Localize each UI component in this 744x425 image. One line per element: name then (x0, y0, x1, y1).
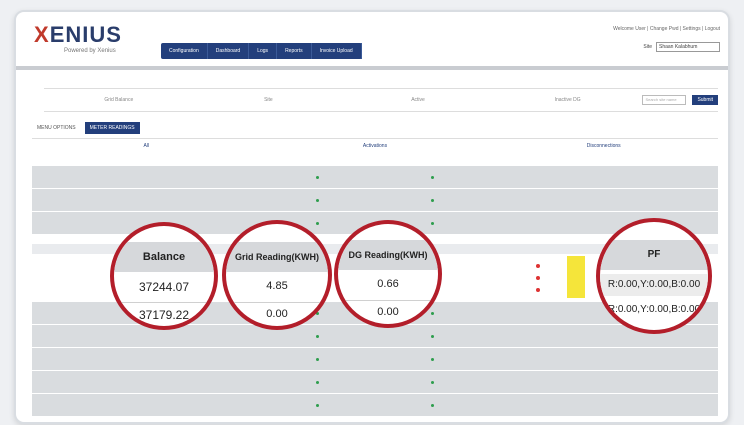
app-window: XENIUS Powered by Xenius Configuration D… (14, 10, 730, 424)
nav-reports[interactable]: Reports (277, 43, 312, 59)
status-dot (536, 264, 540, 268)
status-dot (316, 403, 320, 407)
status-dot (316, 175, 320, 179)
dg-reading-value: 0.00 (377, 306, 399, 318)
nav-dashboard[interactable]: Dashboard (208, 43, 250, 59)
table-row[interactable] (32, 325, 718, 348)
table-row[interactable] (32, 189, 718, 212)
tab-menu-options[interactable]: MENU OPTIONS (32, 122, 81, 134)
nav-invoice-upload[interactable]: Invoice Upload (312, 43, 362, 59)
search-button[interactable]: Submit (692, 95, 718, 105)
section-disconnections[interactable]: Disconnections (489, 139, 718, 163)
highlight-cell (567, 256, 585, 298)
nav-configuration[interactable]: Configuration (161, 43, 208, 59)
table-row[interactable] (32, 166, 718, 189)
divider (16, 66, 728, 70)
dg-reading-header: DG Reading(KWH) (338, 240, 438, 270)
stats-bar: Grid Balance Site Active Inactive DG Sea… (44, 88, 718, 112)
stat-active: Active (411, 97, 425, 103)
status-dot (536, 276, 540, 280)
table-row[interactable] (32, 348, 718, 371)
logo: XENIUS Powered by Xenius (34, 22, 122, 55)
status-dot (316, 198, 320, 202)
section-activations[interactable]: Activations (261, 139, 490, 163)
dg-reading-value: 0.66 (377, 278, 399, 290)
balance-value: 37179.22 (138, 308, 190, 322)
status-dot (316, 221, 320, 225)
grid-reading-header: Grid Reading(KWH) (226, 242, 328, 272)
logo-subtitle: Powered by Xenius (64, 48, 116, 54)
site-dropdown[interactable]: Shaan Kalabhum (656, 42, 720, 52)
main-nav: Configuration Dashboard Logs Reports Inv… (161, 43, 362, 59)
status-dot (316, 380, 320, 384)
pf-header: PF (600, 240, 708, 270)
user-links[interactable]: Welcome User | Change Pwd | Settings | L… (613, 26, 720, 32)
status-dot (430, 221, 434, 225)
stat-grid-balance: Grid Balance (104, 97, 134, 103)
status-dot (430, 403, 434, 407)
search-input[interactable]: Search site name (642, 95, 687, 105)
balance-callout: Balance 37244.07 37179.22 (110, 222, 218, 330)
status-dot (316, 357, 320, 361)
table-row[interactable] (32, 394, 718, 417)
table-row[interactable] (32, 371, 718, 394)
nav-logs[interactable]: Logs (249, 43, 278, 59)
status-dot (430, 198, 434, 202)
pf-value: R:0.00,Y:0.00,B:0.00 (600, 274, 708, 296)
section-header: All Activations Disconnections (32, 138, 718, 163)
status-dot (430, 334, 434, 338)
status-dot (316, 334, 320, 338)
site-selector: Site Shaan Kalabhum (643, 42, 720, 52)
grid-reading-callout: Grid Reading(KWH) 4.85 0.00 (222, 220, 332, 330)
tab-bar: MENU OPTIONS METER READINGS (32, 122, 140, 134)
grid-reading-value: 4.85 (266, 280, 288, 292)
section-all[interactable]: All (32, 139, 261, 163)
balance-header: Balance (114, 242, 214, 272)
grid-reading-value: 0.00 (266, 308, 288, 320)
pf-callout: PF R:0.00,Y:0.00,B:0.00 R:0.00,Y:0.00,B:… (596, 218, 712, 334)
stat-inactive-dg: Inactive DG (554, 97, 581, 103)
stat-site: Site (264, 97, 273, 103)
status-dot (430, 357, 434, 361)
status-dot (430, 175, 434, 179)
logo-text: XENIUS (34, 22, 122, 47)
dg-reading-callout: DG Reading(KWH) 0.66 0.00 (334, 220, 442, 328)
balance-value: 37244.07 (138, 280, 190, 294)
site-label: Site (643, 44, 652, 50)
status-dot (430, 380, 434, 384)
status-dot (536, 288, 540, 292)
tab-meter-readings[interactable]: METER READINGS (84, 122, 140, 134)
pf-value: R:0.00,Y:0.00,B:0.00 (607, 304, 701, 315)
